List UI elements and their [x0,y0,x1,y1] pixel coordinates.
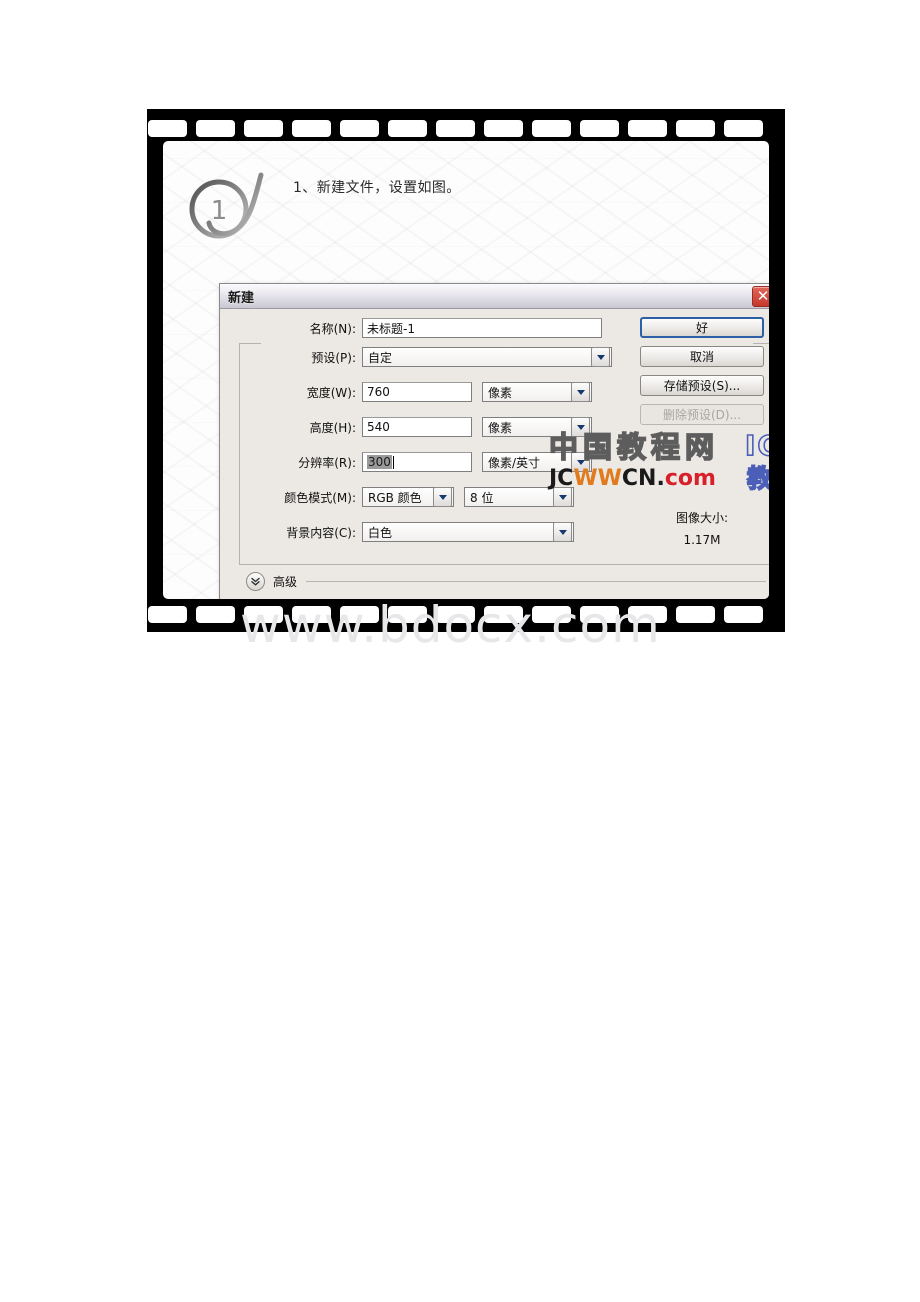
name-row: 名称(N): 未标题-1 [220,317,620,339]
chevron-down-icon[interactable] [571,452,590,472]
width-row: 宽度(W): 760 像素 [220,381,620,403]
film-perforation [196,605,235,623]
height-label: 高度(H): [309,420,356,435]
color-mode-row: 颜色模式(M): RGB 颜色 8 位 [220,486,620,508]
height-input[interactable]: 540 [362,417,472,437]
step-number-badge: 1 [181,167,273,243]
resolution-label: 分辨率(R): [298,455,356,470]
image-size-label: 图像大小: [675,511,729,525]
delete-preset-button: 删除预设(D)... [640,404,764,425]
chevron-down-icon[interactable] [553,522,572,542]
film-perforation [676,605,715,623]
preset-value: 自定 [368,350,393,365]
dialog-right-column: 好 取消 存储预设(S)... 删除预设(D)... 图像大小: 1.17M [636,309,769,599]
film-perforation [340,605,379,623]
advanced-label: 高级 [273,574,298,589]
film-perforation [244,119,283,137]
cancel-button[interactable]: 取消 [640,346,764,367]
name-input[interactable]: 未标题-1 [362,318,602,338]
film-perforation [484,605,523,623]
width-unit-select[interactable]: 像素 [482,382,592,402]
film-perforation [244,605,283,623]
film-perforation [628,119,667,137]
step-instruction-text: 1、新建文件，设置如图。 [293,180,461,196]
width-label: 宽度(W): [306,385,356,400]
film-perforation [388,605,427,623]
film-perforation [532,119,571,137]
film-perforation [724,605,763,623]
background-contents-value: 白色 [368,525,393,540]
new-document-dialog: 新建 ✕ 名称(N): 未标题-1 预设(P): 自定 宽度(W): 760 像… [219,283,769,599]
close-icon[interactable]: ✕ [752,286,769,307]
film-perforation [148,605,187,623]
film-perforations-top [147,116,785,140]
preset-select[interactable]: 自定 [362,347,612,367]
film-perforation [724,119,763,137]
film-perforation [580,605,619,623]
preset-label: 预设(P): [311,350,356,365]
chevron-down-icon[interactable] [433,487,452,507]
film-perforation [532,605,571,623]
dialog-body: 名称(N): 未标题-1 预设(P): 自定 宽度(W): 760 像素 高度(… [220,309,769,599]
resolution-unit-value: 像素/英寸 [488,455,541,470]
double-chevron-glyph [251,577,260,585]
height-unit-value: 像素 [488,420,513,435]
text-caret [392,455,394,469]
film-perforation [628,605,667,623]
background-contents-select[interactable]: 白色 [362,522,574,542]
width-unit-value: 像素 [488,385,513,400]
resolution-value: 300 [367,455,392,469]
advanced-section-row: 高级 [246,571,766,591]
dialog-title: 新建 [228,290,255,306]
dialog-left-column: 名称(N): 未标题-1 预设(P): 自定 宽度(W): 760 像素 高度(… [220,309,628,599]
film-perforation [196,119,235,137]
chevron-down-icon[interactable] [553,487,572,507]
tutorial-frame-content: 1 1、新建文件，设置如图。 新建 ✕ 名称(N): 未标题-1 预设(P): … [163,141,769,599]
resolution-input[interactable]: 300 [362,452,472,472]
svg-text:1: 1 [211,196,228,226]
background-contents-label: 背景内容(C): [286,525,356,540]
film-perforation [292,605,331,623]
film-perforation [148,119,187,137]
height-unit-select[interactable]: 像素 [482,417,592,437]
chevron-down-icon[interactable] [571,417,590,437]
name-label: 名称(N): [309,321,356,336]
step-circle-icon: 1 [189,172,264,239]
film-perforation [676,119,715,137]
color-mode-select[interactable]: RGB 颜色 [362,487,454,507]
film-perforation [388,119,427,137]
film-perforation [484,119,523,137]
film-perforation [340,119,379,137]
chevron-down-icon[interactable] [571,382,590,402]
film-perforation [292,119,331,137]
color-mode-value: RGB 颜色 [368,490,422,505]
resolution-unit-select[interactable]: 像素/英寸 [482,452,592,472]
width-input[interactable]: 760 [362,382,472,402]
resolution-row: 分辨率(R): 300 像素/英寸 [220,451,620,473]
preset-row: 预设(P): 自定 [220,346,620,368]
chevron-down-icon[interactable] [591,347,610,367]
image-size-value: 1.17M [683,533,721,547]
bit-depth-value: 8 位 [470,490,494,505]
ok-button[interactable]: 好 [640,317,764,338]
color-mode-label: 颜色模式(M): [284,490,356,505]
height-row: 高度(H): 540 像素 [220,416,620,438]
film-strip-frame: 1 1、新建文件，设置如图。 新建 ✕ 名称(N): 未标题-1 预设(P): … [147,109,785,632]
save-preset-button[interactable]: 存储预设(S)... [640,375,764,396]
film-perforation [580,119,619,137]
film-perforations-bottom [147,602,785,626]
film-perforation [436,119,475,137]
bit-depth-select[interactable]: 8 位 [464,487,574,507]
dialog-title-bar: 新建 ✕ [220,284,769,309]
advanced-divider [306,580,766,582]
film-perforation [436,605,475,623]
chevron-double-down-icon[interactable] [246,571,265,591]
background-contents-row: 背景内容(C): 白色 [220,521,620,543]
